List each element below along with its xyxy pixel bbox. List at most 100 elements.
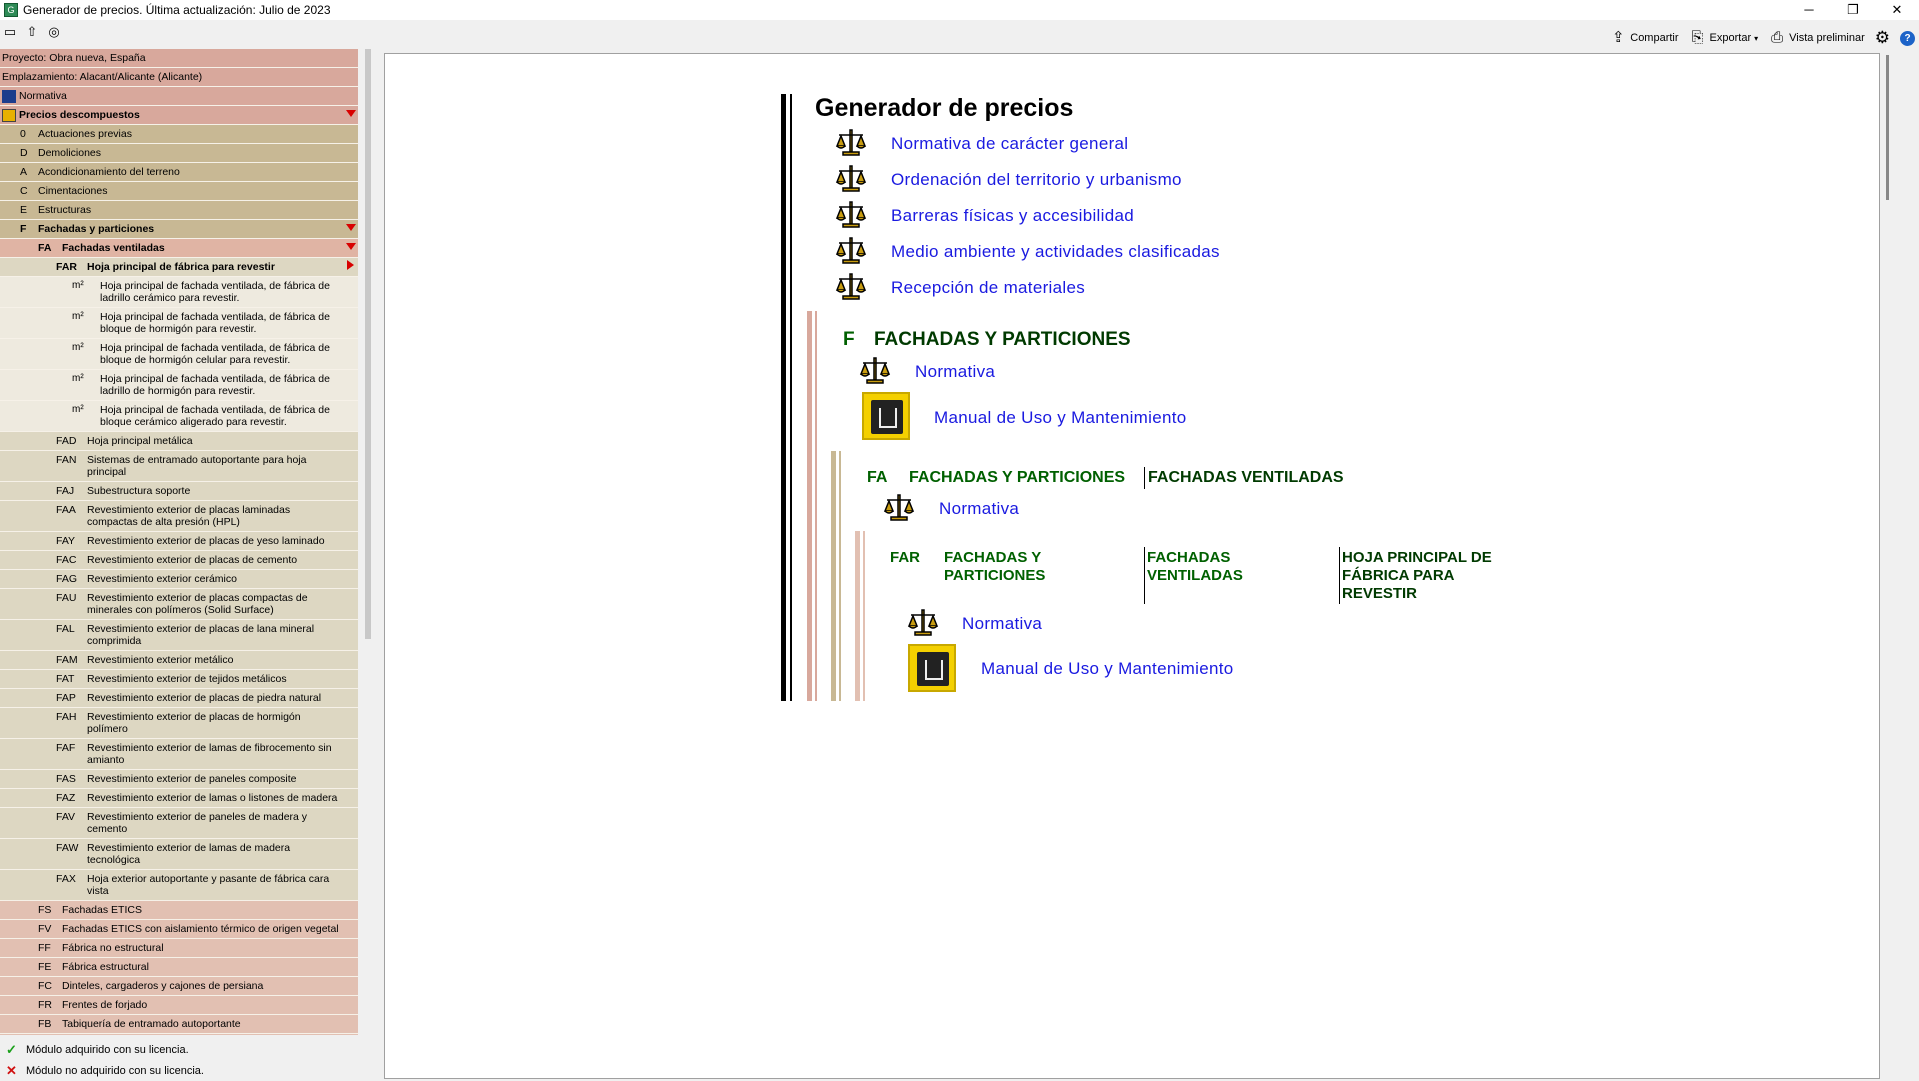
general-link[interactable]: Recepción de materiales (891, 278, 1085, 298)
tree-far[interactable]: FAR Hoja principal de fábrica para reves… (0, 258, 358, 277)
tree-chapter[interactable]: 0 Actuaciones previas (0, 125, 358, 144)
scale-icon (835, 237, 867, 264)
tree-chapter[interactable]: E Estructuras (0, 201, 358, 220)
scale-icon (835, 273, 867, 300)
tree-f-item-code: FC (38, 980, 52, 992)
tree-price-item-code: m² (72, 342, 84, 353)
tree-fa-item[interactable]: FAZ Revestimiento exterior de lamas o lis… (0, 789, 358, 808)
tree-chapter-f[interactable]: F Fachadas y particiones (0, 220, 358, 239)
tree-price-item[interactable]: m² Hoja principal de fachada ventilada, d… (0, 370, 358, 401)
tree-fa-item[interactable]: FAX Hoja exterior autoportante y pasante … (0, 870, 358, 901)
manual-icon (862, 392, 910, 440)
restore-button[interactable]: ❐ (1831, 0, 1875, 20)
tree-fa-item[interactable]: FAU Revestimiento exterior de placas comp… (0, 589, 358, 620)
tree-fa-item-label: Revestimiento exterior de lamas de mader… (87, 842, 291, 866)
tree-price-item[interactable]: m² Hoja principal de fachada ventilada, d… (0, 308, 358, 339)
tree-f-item[interactable]: FC Dinteles, cargaderos y cajones de pers… (0, 977, 358, 996)
tree-fa-item-code: FAX (56, 873, 76, 885)
scale-icon (859, 357, 891, 384)
tree-price-item-label: Hoja principal de fachada ventilada, de … (100, 404, 330, 428)
expand-arrow-icon[interactable] (347, 260, 354, 270)
tree-f-item[interactable]: FB Tabiquería de entramado autoportante (0, 1015, 358, 1034)
tree-fa-item[interactable]: FAF Revestimiento exterior de lamas de fi… (0, 739, 358, 770)
tree-fa-item[interactable]: FAG Revestimiento exterior cerámico (0, 570, 358, 589)
general-link[interactable]: Medio ambiente y actividades clasificada… (891, 242, 1220, 262)
tree-location[interactable]: Emplazamiento: Alacant/Alicante (Alicant… (0, 68, 358, 87)
tree-sub-fa[interactable]: FA Fachadas ventiladas (0, 239, 358, 258)
collapse-arrow-icon[interactable] (346, 224, 356, 231)
tree-fa-item-label: Sistemas de entramado autoportante para … (87, 454, 307, 478)
tree-scrollbar-thumb[interactable] (365, 49, 371, 639)
tree-price-item[interactable]: m² Hoja principal de fachada ventilada, d… (0, 339, 358, 370)
tree-project[interactable]: Proyecto: Obra nueva, España (0, 49, 358, 68)
collapse-arrow-icon[interactable] (346, 110, 356, 117)
cross-icon: ✕ (6, 1062, 17, 1078)
far-normativa-link[interactable]: Normativa (962, 614, 1042, 634)
tree-fa-item[interactable]: FAH Revestimiento exterior de placas de h… (0, 708, 358, 739)
tree-fa-item[interactable]: FAW Revestimiento exterior de lamas de ma… (0, 839, 358, 870)
tree-f-item[interactable]: FF Fábrica no estructural (0, 939, 358, 958)
tree-f-item[interactable]: FV Fachadas ETICS con aislamiento térmico… (0, 920, 358, 939)
tree-f-item[interactable]: FTSistemas de tabiquería (0, 1034, 358, 1035)
content-scrollbar[interactable] (1880, 53, 1897, 1079)
export-button[interactable]: ⎘ Exportar ▾ (1689, 29, 1759, 47)
general-link[interactable]: Normativa de carácter general (891, 134, 1128, 154)
general-link[interactable]: Ordenación del territorio y urbanismo (891, 170, 1182, 190)
binoculars-icon[interactable]: ◎ (46, 24, 62, 40)
tree-fa-item[interactable]: FAM Revestimiento exterior metálico (0, 651, 358, 670)
f-manual-link[interactable]: Manual de Uso y Mantenimiento (934, 408, 1187, 428)
tree-price-item-label: Hoja principal de fachada ventilada, de … (100, 342, 330, 366)
tree-fa-item[interactable]: FAV Revestimiento exterior de paneles de … (0, 808, 358, 839)
tree-precios[interactable]: Precios descompuestos (0, 106, 358, 125)
tree-f-item[interactable]: FS Fachadas ETICS (0, 901, 358, 920)
tree-scrollbar[interactable] (364, 49, 372, 1034)
tree-fa-item[interactable]: FAC Revestimiento exterior de placas de c… (0, 551, 358, 570)
tree-fa-item[interactable]: FAA Revestimiento exterior de placas lami… (0, 501, 358, 532)
tree-chapter[interactable]: D Demoliciones (0, 144, 358, 163)
gear-icon[interactable]: ⚙ (1875, 28, 1890, 48)
normativa-icon (2, 90, 16, 103)
tree-chapter[interactable]: C Cimentaciones (0, 182, 358, 201)
minimize-button[interactable]: ─ (1787, 0, 1831, 20)
tree-price-item[interactable]: m² Hoja principal de fachada ventilada, d… (0, 401, 358, 432)
window-title: Generador de precios. Última actualizaci… (23, 3, 331, 17)
check-icon: ✓ (6, 1041, 17, 1057)
close-button[interactable]: ✕ (1875, 0, 1919, 20)
tree-fa-item[interactable]: FAD Hoja principal metálica (0, 432, 358, 451)
card-icon[interactable]: ▭ (2, 24, 18, 40)
fa-normativa-link[interactable]: Normativa (939, 499, 1019, 519)
content-scrollbar-thumb[interactable] (1886, 55, 1889, 200)
tree-fa-item-label: Revestimiento exterior de lamas de fibro… (87, 742, 332, 766)
far-manual-link[interactable]: Manual de Uso y Mantenimiento (981, 659, 1234, 679)
tree-f-item-code: FS (38, 904, 52, 916)
tree-normativa[interactable]: Normativa (0, 87, 358, 106)
tree-fa-item-label: Hoja exterior autoportante y pasante de … (87, 873, 330, 897)
tree-fa-item-label: Hoja principal metálica (87, 435, 193, 447)
tree-fa-item[interactable]: FAL Revestimiento exterior de placas de l… (0, 620, 358, 651)
preview-label: Vista preliminar (1789, 32, 1865, 44)
tree-f-item[interactable]: FE Fábrica estructural (0, 958, 358, 977)
fa-bar (831, 451, 836, 701)
general-link[interactable]: Barreras físicas y accesibilidad (891, 206, 1134, 226)
share-button[interactable]: ⇪ Compartir (1609, 29, 1679, 47)
help-icon[interactable]: ? (1900, 30, 1915, 46)
collapse-arrow-icon[interactable] (346, 243, 356, 250)
tree-fa-item-code: FAD (56, 435, 77, 447)
upload-icon[interactable]: ⇧ (24, 24, 40, 40)
scale-icon (883, 494, 915, 521)
tree-fa-item[interactable]: FAJ Subestructura soporte (0, 482, 358, 501)
tree-price-item[interactable]: m² Hoja principal de fachada ventilada, d… (0, 277, 358, 308)
f-normativa-link[interactable]: Normativa (915, 362, 995, 382)
tree-fa-item[interactable]: FAT Revestimiento exterior de tejidos met… (0, 670, 358, 689)
preview-button[interactable]: ⎙ Vista preliminar (1768, 29, 1865, 47)
tree-fa-item-code: FAY (56, 535, 76, 547)
tree-fa-item-label: Revestimiento exterior de lamas o liston… (87, 792, 338, 804)
tree-f-item-label: Fábrica no estructural (62, 942, 164, 954)
tree-f-item[interactable]: FR Frentes de forjado (0, 996, 358, 1015)
tree-fa-item[interactable]: FAS Revestimiento exterior de paneles com… (0, 770, 358, 789)
tree-chapter[interactable]: A Acondicionamiento del terreno (0, 163, 358, 182)
tree-fa-item[interactable]: FAP Revestimiento exterior de placas de p… (0, 689, 358, 708)
tree-fa-item[interactable]: FAN Sistemas de entramado autoportante pa… (0, 451, 358, 482)
tree-fa-item[interactable]: FAY Revestimiento exterior de placas de y… (0, 532, 358, 551)
tree-fa-item-code: FAC (56, 554, 77, 566)
